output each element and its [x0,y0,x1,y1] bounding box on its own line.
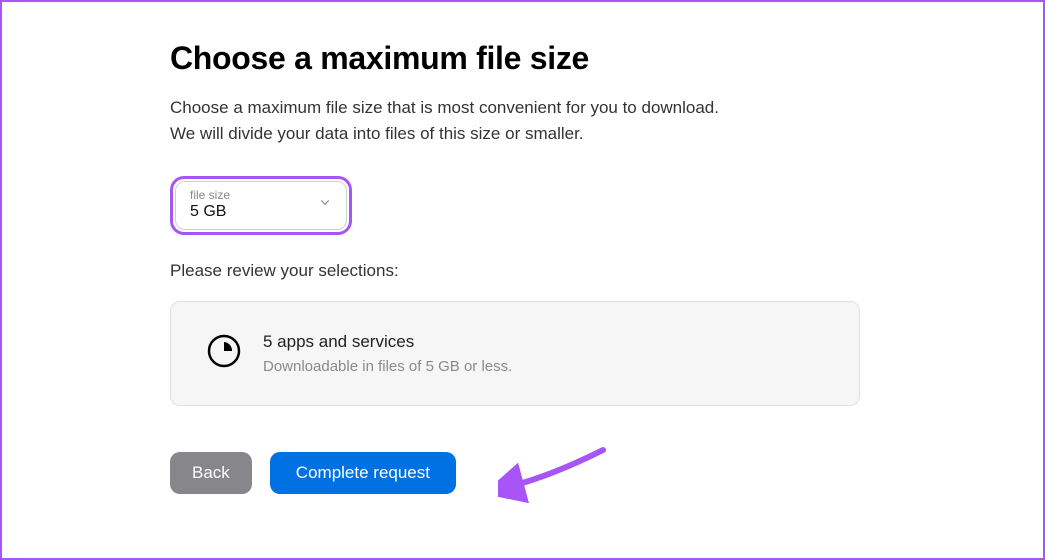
dropdown-highlight: file size 5 GB [170,176,352,235]
highlight-border [0,0,1045,560]
dropdown-value: 5 GB [190,203,226,220]
file-size-dropdown[interactable]: file size 5 GB [175,181,347,230]
chevron-down-icon [318,196,332,215]
dropdown-label: file size [190,188,332,202]
